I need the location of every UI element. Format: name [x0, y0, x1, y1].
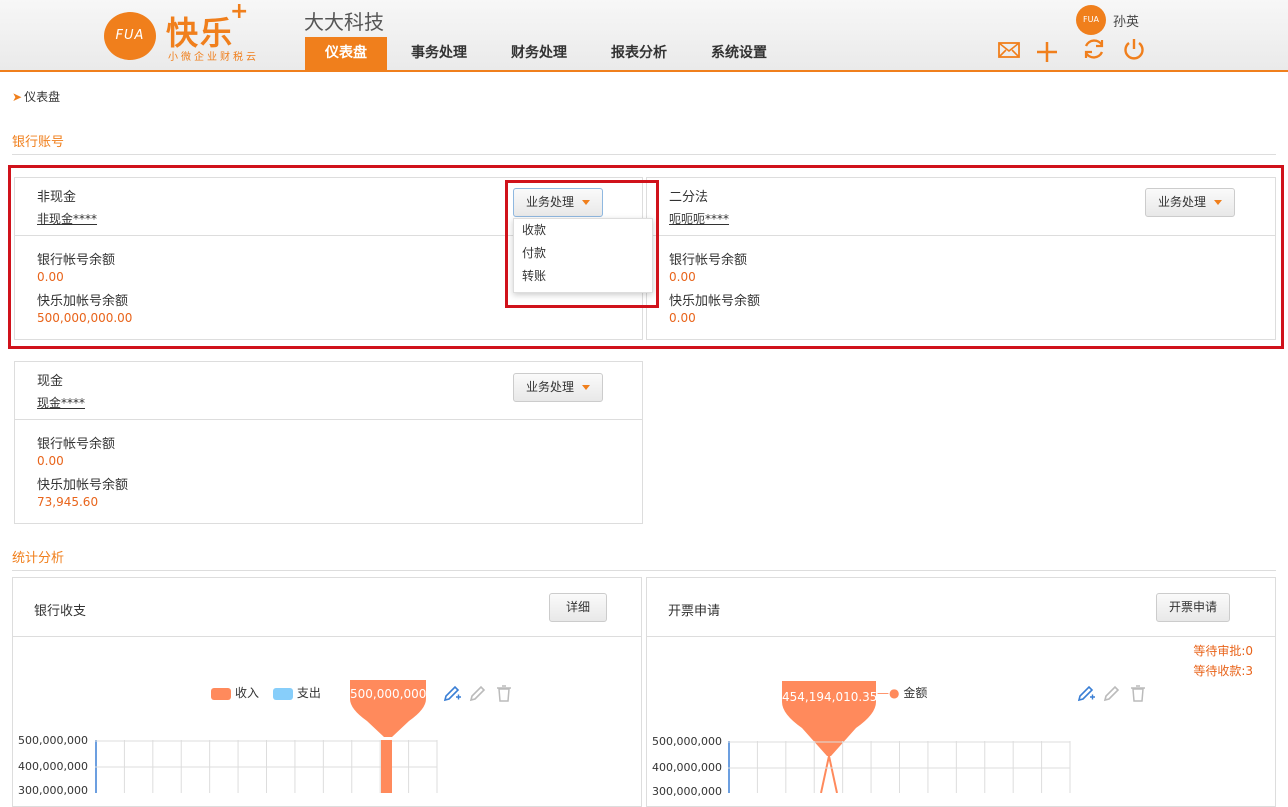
- divider: [647, 636, 1275, 637]
- invoice-request-button[interactable]: 开票申请: [1156, 593, 1231, 622]
- legend-line-icon[interactable]: —●: [877, 686, 899, 700]
- brand-slogan: 小微企业财税云: [168, 52, 259, 63]
- pending-approval-count: 等待审批:0: [1193, 644, 1253, 658]
- company-name: 大大科技: [304, 10, 384, 34]
- stats-section-title: 统计分析: [12, 551, 65, 566]
- bank-balance-label: 银行帐号余额: [37, 437, 116, 452]
- account-name: 现金: [37, 374, 64, 389]
- bank-chart-grid: [95, 740, 438, 793]
- refresh-icon[interactable]: [1081, 37, 1107, 63]
- trash-icon[interactable]: [494, 683, 514, 707]
- legend-label-income[interactable]: 收入: [235, 686, 259, 700]
- divider: [12, 570, 1276, 571]
- panel-title: 银行收支: [34, 604, 87, 619]
- avatar[interactable]: FUA: [1076, 5, 1106, 35]
- legend-swatch-income[interactable]: [211, 687, 231, 700]
- pencil-icon[interactable]: [468, 683, 488, 707]
- mail-icon[interactable]: [996, 40, 1022, 66]
- top-header: FUA 快乐+ 小微企业财税云 大大科技 仪表盘 事务处理 财务处理 报表分析 …: [0, 0, 1288, 72]
- breadcrumb-label[interactable]: 仪表盘: [24, 90, 60, 104]
- main-nav: 仪表盘 事务处理 财务处理 报表分析 系统设置: [305, 37, 791, 70]
- edit-icon[interactable]: [1076, 683, 1096, 707]
- legend-label-amount[interactable]: 金额: [903, 686, 927, 700]
- chart-legend: —● 金额: [877, 684, 927, 701]
- pencil-icon[interactable]: [1102, 683, 1122, 707]
- divider: [15, 419, 642, 420]
- divider: [13, 636, 641, 637]
- y-tick: 500,000,000: [652, 735, 722, 748]
- logo-icon: FUA: [104, 12, 156, 60]
- kl-balance-value: 73,945.60: [37, 495, 99, 509]
- panel-title: 开票申请: [668, 604, 721, 619]
- chart-legend: 收入 支出: [211, 684, 321, 701]
- y-tick: 500,000,000: [18, 734, 88, 747]
- pending-payment-count: 等待收款:3: [1193, 664, 1253, 678]
- nav-settings[interactable]: 系统设置: [691, 37, 787, 70]
- business-dropdown-button[interactable]: 业务处理: [513, 373, 604, 402]
- breadcrumb-arrow-icon: ➤: [12, 90, 23, 104]
- y-tick: 400,000,000: [652, 761, 722, 774]
- chart-tooltip-value: 454,194,010.35: [782, 690, 878, 704]
- kl-balance-label: 快乐加帐号余额: [37, 478, 129, 493]
- y-tick: 300,000,000: [18, 784, 88, 797]
- nav-dashboard[interactable]: 仪表盘: [305, 37, 387, 70]
- account-number-link[interactable]: 现金****: [37, 394, 85, 411]
- divider: [12, 154, 1276, 155]
- highlight-box-dropdown: [505, 180, 659, 308]
- nav-finance[interactable]: 财务处理: [491, 37, 587, 70]
- button-label: 业务处理: [526, 380, 575, 394]
- breadcrumb: ➤ 仪表盘: [12, 88, 60, 105]
- chevron-down-icon: [582, 385, 591, 390]
- bank-section-title: 银行账号: [12, 135, 65, 150]
- legend-swatch-expense[interactable]: [272, 687, 293, 700]
- chart-tooltip-value: 500,000,000: [350, 687, 427, 701]
- y-tick: 300,000,000: [652, 785, 722, 798]
- invoice-chart-grid: [728, 741, 1071, 793]
- power-icon[interactable]: [1121, 37, 1147, 63]
- bank-balance-value: 0.00: [37, 454, 64, 468]
- legend-label-expense[interactable]: 支出: [297, 686, 321, 700]
- nav-transactions[interactable]: 事务处理: [391, 37, 487, 70]
- edit-icon[interactable]: [442, 683, 462, 707]
- y-tick: 400,000,000: [18, 760, 88, 773]
- invoice-status: 等待审批:0 等待收款:3: [1193, 641, 1253, 681]
- user-name[interactable]: 孙英: [1113, 11, 1139, 30]
- detail-button[interactable]: 详细: [549, 593, 608, 622]
- trash-icon[interactable]: [1128, 683, 1148, 707]
- income-bar[interactable]: [381, 740, 392, 793]
- plus-icon[interactable]: [1034, 40, 1060, 66]
- nav-reports[interactable]: 报表分析: [591, 37, 687, 70]
